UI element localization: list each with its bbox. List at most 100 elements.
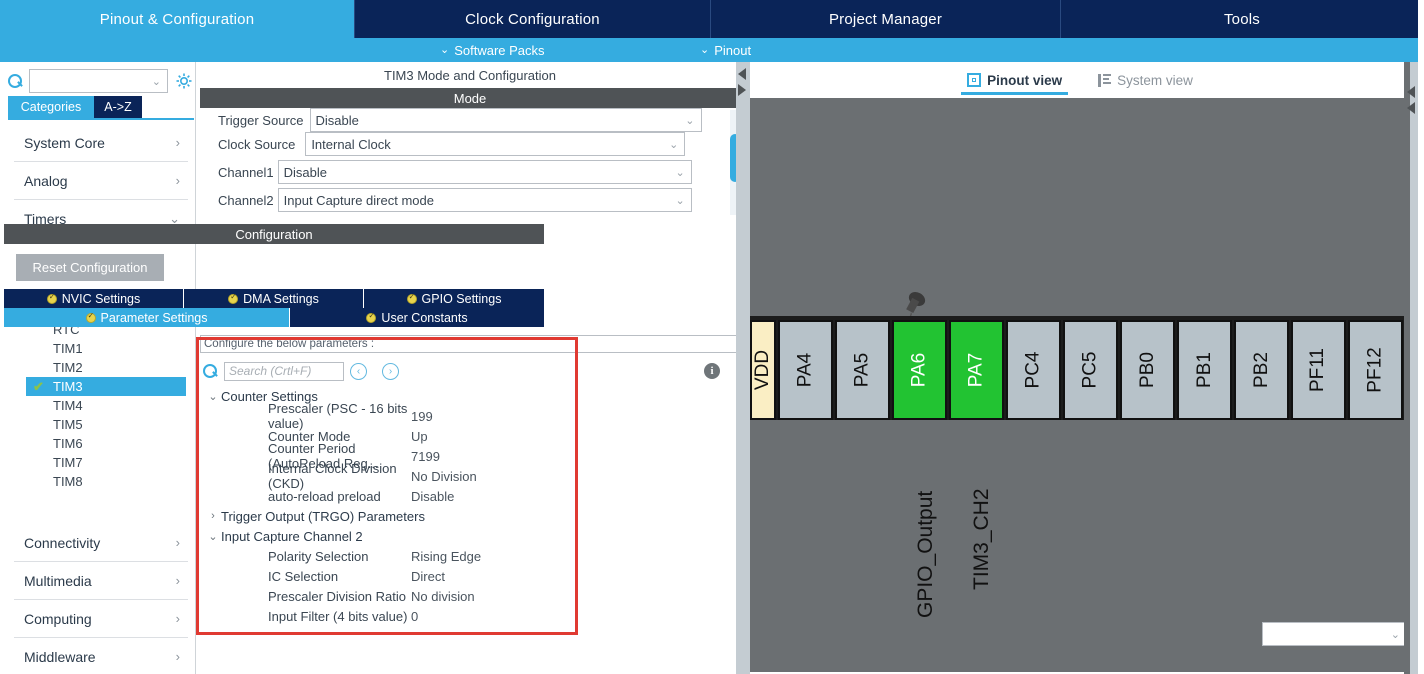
- sidebar-item-label: System Core: [24, 134, 105, 151]
- chip-diagram[interactable]: VDD PA4 PA5 PA6 PA7 PC4 PC5 PB0 PB1 PB2 …: [750, 98, 1410, 672]
- chevron-down-icon: ⌄: [151, 75, 161, 88]
- sidebar-item-connectivity[interactable]: Connectivity ›: [14, 524, 188, 562]
- tab-user-constants[interactable]: User Constants: [290, 308, 544, 327]
- view-tab-bar: Pinout view System view: [750, 62, 1410, 98]
- pin-pa6[interactable]: PA6: [892, 320, 947, 420]
- pinout-search-input[interactable]: ⌄: [1262, 622, 1407, 646]
- status-dot-icon: [366, 311, 377, 323]
- tab-system-view[interactable]: System view: [1098, 65, 1193, 95]
- search-input[interactable]: ⌄: [29, 69, 168, 93]
- splitter-expand-icon[interactable]: [1407, 102, 1415, 114]
- sidebar-item-label: Computing: [24, 610, 92, 627]
- menu-label: Pinout: [714, 42, 752, 58]
- mode-row-trigger-source: Trigger Source Disable ⌄: [218, 108, 702, 132]
- splitter-collapse-icon[interactable]: [738, 68, 746, 80]
- sidebar-item-tim2[interactable]: TIM2: [26, 358, 186, 377]
- sidebar-item-tim5[interactable]: TIM5: [26, 415, 186, 434]
- sub-tab-bar: ⌄ Software Packs ⌄ Pinout: [0, 38, 1424, 62]
- clock-source-select[interactable]: Internal Clock ⌄: [305, 132, 686, 156]
- sidebar: ⌄ Categories A->Z System Core › Analog ›…: [0, 62, 196, 674]
- timer-label: TIM7: [53, 455, 83, 470]
- pin-pb1[interactable]: PB1: [1177, 320, 1232, 420]
- tab-label: User Constants: [381, 310, 468, 325]
- tab-nvic-settings[interactable]: NVIC Settings: [4, 289, 184, 308]
- menu-pinout[interactable]: ⌄ Pinout: [700, 38, 751, 62]
- tab-clock-configuration[interactable]: Clock Configuration: [355, 0, 711, 38]
- tab-gpio-settings[interactable]: GPIO Settings: [364, 289, 544, 308]
- pin-label: PC5: [1079, 351, 1101, 389]
- pin-pa7[interactable]: PA7: [949, 320, 1004, 420]
- tab-label: Pinout & Configuration: [99, 10, 255, 28]
- tab-categories[interactable]: Categories: [8, 96, 94, 118]
- panel-splitter[interactable]: [736, 62, 750, 674]
- timer-label: TIM3: [53, 379, 83, 394]
- tab-label: Categories: [20, 100, 82, 114]
- pin-label: PB1: [1193, 352, 1215, 388]
- pin-signal-pa7: TIM3_CH2: [970, 488, 993, 590]
- sidebar-item-multimedia[interactable]: Multimedia ›: [14, 562, 188, 600]
- mode-row-channel2: Channel2 Input Capture direct mode ⌄: [218, 188, 692, 212]
- pin-label: PA6: [908, 352, 930, 388]
- chevron-right-icon: ›: [175, 611, 180, 626]
- pin-signal-pa6: GPIO_Output: [914, 490, 937, 618]
- channel2-select[interactable]: Input Capture direct mode ⌄: [277, 188, 692, 212]
- sidebar-item-label: Multimedia: [24, 572, 92, 589]
- sidebar-mode-tabs: Categories A->Z: [8, 96, 194, 118]
- sidebar-item-tim6[interactable]: TIM6: [26, 434, 186, 453]
- menu-software-packs[interactable]: ⌄ Software Packs: [440, 38, 545, 62]
- chevron-right-icon: ›: [175, 535, 180, 550]
- pin-pb2[interactable]: PB2: [1234, 320, 1289, 420]
- status-dot-icon: [85, 311, 96, 323]
- sidebar-item-computing[interactable]: Computing ›: [14, 600, 188, 638]
- field-label: Channel1: [218, 164, 274, 180]
- chevron-down-icon: ⌄: [675, 194, 685, 207]
- sidebar-item-tim1[interactable]: TIM1: [26, 339, 186, 358]
- mode-row-clock-source: Clock Source Internal Clock ⌄: [218, 132, 686, 156]
- pin-pc5[interactable]: PC5: [1063, 320, 1118, 420]
- tab-label: Project Manager: [828, 10, 943, 28]
- right-panel-splitter[interactable]: [1404, 62, 1418, 674]
- field-label: Clock Source: [218, 136, 296, 152]
- pin-label: VDD: [752, 349, 773, 391]
- sidebar-item-tim4[interactable]: TIM4: [26, 396, 186, 415]
- splitter-collapse-icon[interactable]: [1407, 86, 1415, 98]
- pin-pa4[interactable]: PA4: [778, 320, 833, 420]
- configuration-band: Configuration: [4, 224, 544, 244]
- sidebar-item-tim8[interactable]: TIM8: [26, 472, 186, 491]
- pin-pb0[interactable]: PB0: [1120, 320, 1175, 420]
- tab-label: Clock Configuration: [465, 10, 600, 28]
- pin-pf11[interactable]: PF11: [1291, 320, 1346, 420]
- reset-configuration-button[interactable]: Reset Configuration: [16, 254, 164, 281]
- tab-a-to-z[interactable]: A->Z: [94, 96, 142, 118]
- sidebar-item-tim3[interactable]: ✔ TIM3: [26, 377, 186, 396]
- tab-pinout-configuration[interactable]: Pinout & Configuration: [0, 0, 355, 38]
- tab-parameter-settings[interactable]: Parameter Settings: [4, 308, 290, 327]
- pin-label: PF11: [1307, 347, 1329, 393]
- pin-pf12[interactable]: PF12: [1348, 320, 1403, 420]
- sidebar-item-analog[interactable]: Analog ›: [14, 162, 188, 200]
- sidebar-item-middleware[interactable]: Middleware ›: [14, 638, 188, 674]
- pin-pa5[interactable]: PA5: [835, 320, 890, 420]
- tab-tools[interactable]: Tools: [1061, 0, 1424, 38]
- pin-vdd[interactable]: VDD: [750, 320, 776, 420]
- info-icon[interactable]: i: [704, 363, 720, 379]
- chevron-right-icon: ›: [175, 573, 180, 588]
- splitter-expand-icon[interactable]: [738, 84, 746, 96]
- pin-row: VDD PA4 PA5 PA6 PA7 PC4 PC5 PB0 PB1 PB2 …: [750, 320, 1410, 420]
- tab-label: GPIO Settings: [421, 291, 502, 306]
- sidebar-item-label: Connectivity: [24, 534, 101, 551]
- tab-pinout-view[interactable]: Pinout view: [961, 65, 1069, 95]
- sidebar-item-system-core[interactable]: System Core ›: [14, 124, 188, 162]
- tab-project-manager[interactable]: Project Manager: [711, 0, 1061, 38]
- sidebar-item-tim7[interactable]: TIM7: [26, 453, 186, 472]
- channel1-select[interactable]: Disable ⌄: [277, 160, 692, 184]
- field-value: Internal Clock: [311, 136, 391, 152]
- sidebar-item-label: Middleware: [24, 648, 96, 665]
- gear-icon[interactable]: [174, 71, 194, 91]
- tab-dma-settings[interactable]: DMA Settings: [184, 289, 364, 308]
- trigger-source-select[interactable]: Disable ⌄: [309, 108, 702, 132]
- pin-label: PA5: [851, 352, 873, 388]
- chevron-right-icon: ›: [175, 135, 180, 150]
- tab-label: Tools: [1223, 10, 1261, 28]
- pin-pc4[interactable]: PC4: [1006, 320, 1061, 420]
